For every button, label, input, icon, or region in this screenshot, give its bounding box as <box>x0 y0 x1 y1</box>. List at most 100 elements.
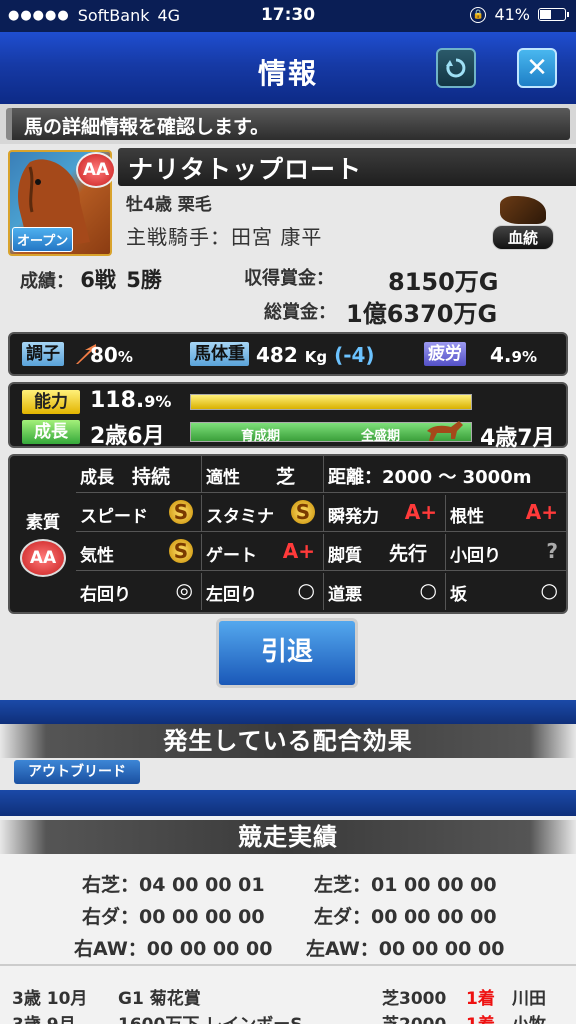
race-row[interactable]: 3歳 9月 1600万下 レインボーS 芝2000 1着 小牧 <box>0 1010 576 1024</box>
fit-value: 芝 <box>276 466 296 488</box>
section-divider <box>0 790 576 816</box>
summary-right-turf: 右芝：04 00 00 01 <box>82 874 265 896</box>
ability-decimal: 9% <box>144 392 172 411</box>
summary-left-aw: 左AW：00 00 00 00 <box>306 938 505 960</box>
distance-cell: 距離：2000 〜 3000m <box>324 456 566 493</box>
race-name: G1 菊花賞 <box>118 989 201 1009</box>
horse-name: ナリタトップロート <box>118 148 576 186</box>
race-jockey: 川田 <box>512 989 546 1009</box>
growth-age: 4歳7月 <box>480 426 555 451</box>
aptitude-cell-label: 脚質 <box>328 546 362 566</box>
aptitude-cell: 小回り? <box>446 534 566 571</box>
ability-growth-box: 能力 118.9% 成長 2歳6月 育成期 全盛期 4歳7月 <box>8 382 568 451</box>
status-right: 🔒 41% <box>470 5 569 24</box>
message-bar: 馬の詳細情報を確認します。 <box>0 104 576 144</box>
total-label: 総賞金： <box>264 302 336 323</box>
distance-value: 距離：2000 〜 3000m <box>328 467 532 488</box>
race-name: 1600万下 レインボーS <box>118 1010 302 1024</box>
message-text: 馬の詳細情報を確認します。 <box>6 108 570 140</box>
aptitude-cell-label: 根性 <box>450 507 484 527</box>
aptitude-cell-label: スタミナ <box>206 507 274 527</box>
growth-phase-1: 育成期 <box>241 429 281 444</box>
growth-type-value: 持続 <box>132 466 171 488</box>
form-unit: % <box>117 348 133 366</box>
race-place: 1着 <box>466 989 495 1009</box>
aptitude-cell: 気性 S <box>76 534 202 571</box>
aptitude-cell-label: 右回り <box>80 585 131 605</box>
summary-left-dirt: 左ダ：00 00 00 00 <box>314 906 497 928</box>
aptitude-cell-label: スピード <box>80 507 148 527</box>
battery-percent: 41% <box>494 5 530 24</box>
title-bar: 情報 ✕ <box>0 32 576 104</box>
aptitude-cell: 脚質 先行 <box>324 534 446 571</box>
race-jockey: 小牧 <box>512 1010 546 1024</box>
summary-right-dirt: 右ダ：00 00 00 00 <box>82 906 265 928</box>
race-row[interactable]: 3歳 10月 G1 菊花賞 芝3000 1着 川田 <box>0 984 576 1010</box>
aptitude-cell-grade: S <box>169 500 193 524</box>
race-course: 芝3000 <box>382 989 447 1009</box>
record-title: 競走実績 <box>0 820 576 854</box>
aptitude-cell-grade: A+ <box>525 500 558 524</box>
pedigree-button[interactable]: 血統 <box>492 196 554 250</box>
weight-value: 482 Kg (-4) <box>256 342 375 370</box>
aptitude-cell-grade: ○ <box>297 578 315 602</box>
fatigue-tag: 疲労 <box>424 342 466 366</box>
growth-type-label: 成長 <box>80 468 114 488</box>
race-course: 芝2000 <box>382 1010 446 1024</box>
fit-cell: 適性 芝 <box>202 456 324 493</box>
earned-label: 収得賞金： <box>244 268 334 289</box>
ability-number: 118. <box>90 388 145 413</box>
summary-left-turf: 左芝：01 00 00 00 <box>314 874 497 896</box>
race-list-separator <box>0 964 576 966</box>
section-divider <box>0 700 576 724</box>
aptitude-cell-label: ゲート <box>206 546 257 566</box>
aptitude-cell-grade: ○ <box>540 578 558 602</box>
form-number: 80 <box>90 343 118 367</box>
growth-type-cell: 成長 持続 <box>76 456 202 493</box>
condition-bar: 調子 80% 馬体重 482 Kg (-4) 疲労 4.9% <box>8 332 568 376</box>
results-summary: 成績： 6戦 5勝 <box>20 264 162 294</box>
growth-phase-2: 全盛期 <box>361 429 401 444</box>
weight-number: 482 <box>256 343 298 367</box>
battery-icon <box>538 8 569 21</box>
record-summary-right: 右芝：04 00 00 01 右ダ：00 00 00 00 右AW：00 00 … <box>74 870 272 961</box>
main-jockey: 主戦騎手：田宮 康平 <box>126 225 323 249</box>
aptitude-cell: スピード S <box>76 495 202 532</box>
breeding-effects-section: 発生している配合効果 アウトブリード <box>0 724 576 790</box>
results-label: 成績： <box>20 271 74 292</box>
ability-value: 118.9% <box>90 388 171 413</box>
total-value: 1億6370万G <box>346 300 498 328</box>
horse-info: 牡4歳 栗毛 主戦騎手：田宮 康平 <box>126 190 322 250</box>
close-icon: ✕ <box>526 53 548 83</box>
aptitude-cell-grade: ◎ <box>175 578 193 602</box>
reload-icon <box>446 58 466 78</box>
running-horse-icon <box>427 421 463 441</box>
reload-button[interactable] <box>436 48 476 88</box>
outbreed-badge[interactable]: アウトブリード <box>14 760 140 784</box>
aptitude-label-col: 素質 AA <box>10 456 76 612</box>
aptitude-rank-badge: AA <box>20 539 66 577</box>
fatigue-decimal: 9% <box>511 348 537 366</box>
class-badge: オープン <box>12 227 74 252</box>
race-date: 3歳 10月 <box>12 989 88 1009</box>
aptitude-cell: 道悪 ○ <box>324 573 446 610</box>
fit-label: 適性 <box>206 468 240 488</box>
aptitude-cell: 坂 ○ <box>446 573 566 610</box>
close-button[interactable]: ✕ <box>517 48 557 88</box>
growth-bar: 育成期 全盛期 <box>190 421 472 444</box>
effects-title: 発生している配合効果 <box>0 724 576 758</box>
aptitude-cell: 根性 A+ <box>446 495 566 532</box>
growth-value: 2歳6月 <box>90 424 165 449</box>
form-tag: 調子 <box>22 342 64 366</box>
race-record-section: 競走実績 右芝：04 00 00 01 右ダ：00 00 00 00 右AW：0… <box>0 816 576 1024</box>
pedigree-label: 血統 <box>492 225 554 250</box>
aptitude-cell: 左回り ○ <box>202 573 324 610</box>
aptitude-cell-label: 気性 <box>80 546 114 566</box>
race-date: 3歳 9月 <box>12 1010 76 1024</box>
retire-button[interactable]: 引退 <box>216 618 358 688</box>
starts-value: 6戦 <box>80 268 116 292</box>
form-value: 80% <box>90 342 133 370</box>
wins-value: 5勝 <box>126 268 162 292</box>
record-summary-left: 左芝：01 00 00 00 左ダ：00 00 00 00 左AW：00 00 … <box>306 870 504 961</box>
aptitude-label: 素質 <box>26 513 60 533</box>
